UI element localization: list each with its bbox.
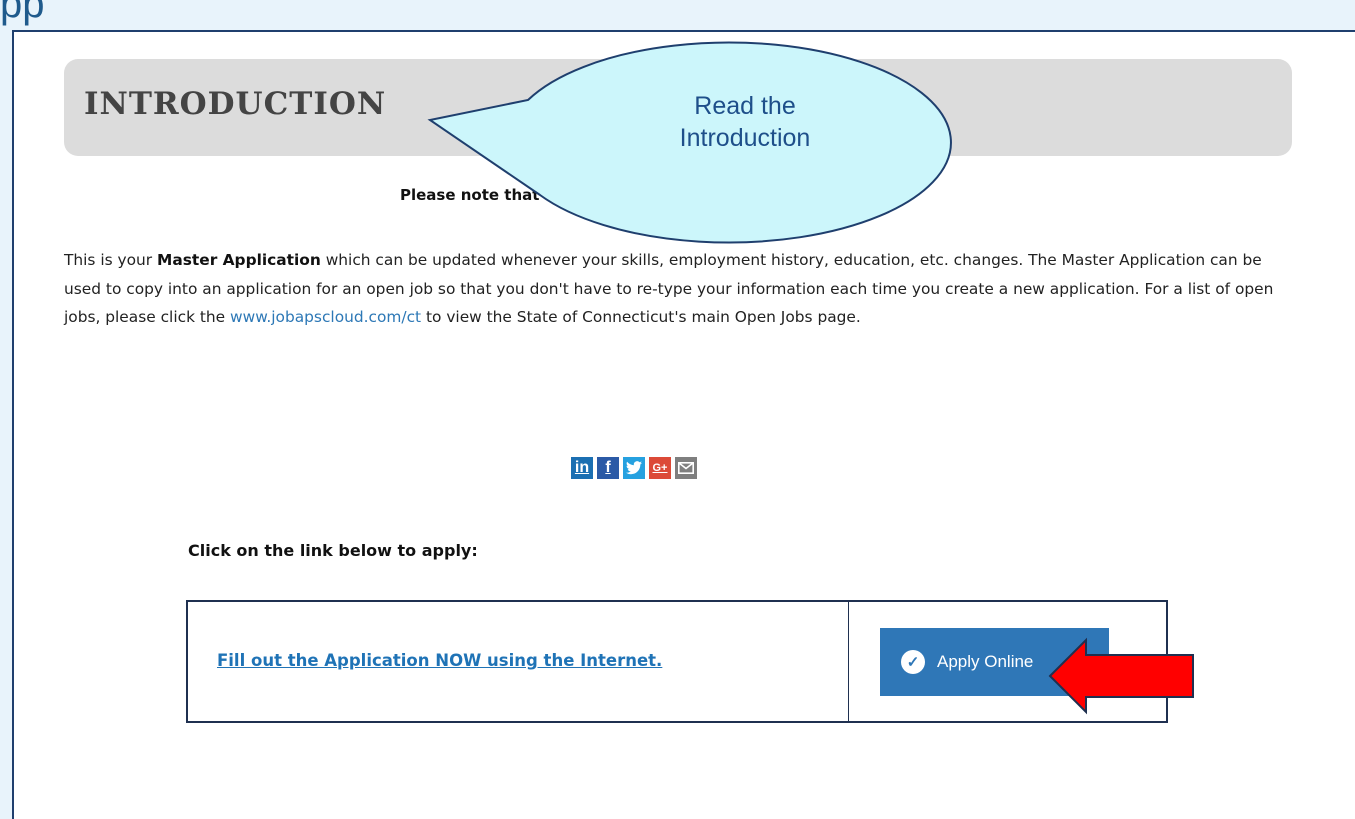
twitter-bird-shape — [626, 461, 642, 475]
google-plus-icon[interactable]: G+ — [649, 457, 671, 479]
social-share-bar: in f G+ — [571, 457, 697, 481]
intro-paragraph: This is your Master Application which ca… — [64, 246, 1274, 332]
apply-description-cell: Fill out the Application NOW using the I… — [188, 602, 849, 721]
linkedin-glyph: in — [574, 459, 590, 476]
callout-line-2: Introduction — [679, 124, 811, 152]
apply-online-label: Apply Online — [937, 652, 1034, 671]
callout-text: Read the Introduction — [620, 90, 870, 154]
intro-text-start: This is your — [64, 251, 158, 269]
apply-options-table: Fill out the Application NOW using the I… — [186, 600, 1168, 723]
apply-button-cell: ✓ Apply Online — [849, 602, 1166, 721]
open-jobs-link[interactable]: www.jobapscloud.com/ct — [230, 308, 421, 326]
apply-prompt: Click on the link below to apply: — [188, 541, 478, 560]
facebook-glyph: f — [605, 459, 611, 476]
introduction-title: INTRODUCTION — [84, 86, 387, 122]
master-application-bold: Master Application — [157, 251, 321, 269]
fill-out-application-link[interactable]: Fill out the Application NOW using the I… — [217, 651, 662, 670]
callout-line-1: Read the — [694, 92, 796, 120]
email-icon[interactable] — [675, 457, 697, 479]
facebook-icon[interactable]: f — [597, 457, 619, 479]
application-note: Please note that this application is not… — [400, 186, 880, 204]
google-plus-glyph: G+ — [652, 462, 668, 474]
twitter-icon[interactable] — [623, 457, 645, 479]
intro-text-end: to view the State of Connecticut's main … — [421, 308, 861, 326]
envelope-shape — [678, 462, 694, 474]
linkedin-icon[interactable]: in — [571, 457, 593, 479]
apply-online-button[interactable]: ✓ Apply Online — [880, 628, 1109, 696]
checkmark-icon: ✓ — [901, 650, 925, 674]
page-title-fragment: pp — [0, 0, 45, 26]
